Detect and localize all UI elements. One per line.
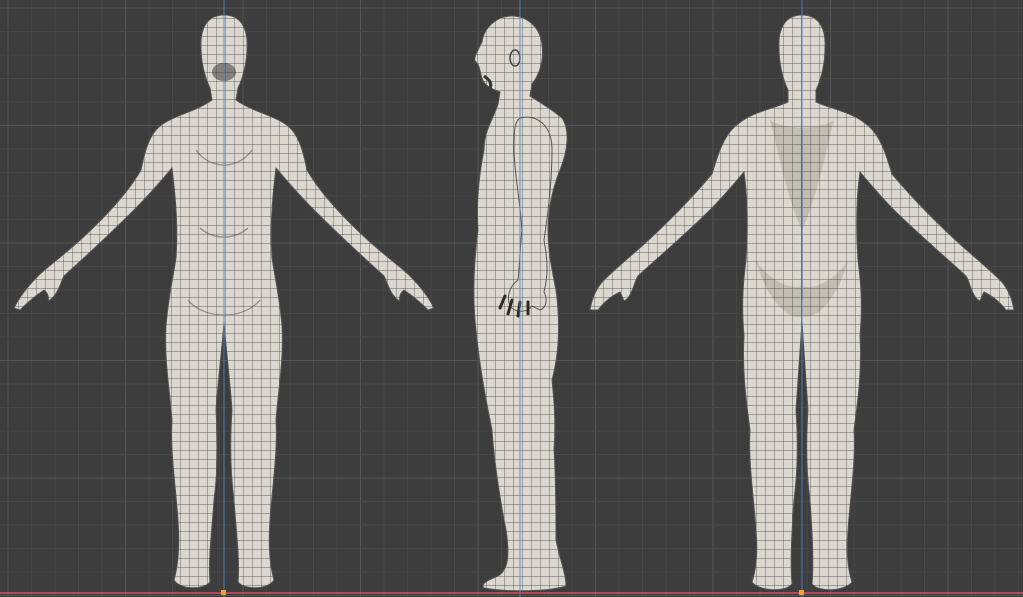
viewport-canvas[interactable] [0,0,1023,597]
origin-point-front[interactable] [221,590,226,595]
3d-viewport[interactable] [0,0,1023,597]
origin-point-back[interactable] [799,590,804,595]
